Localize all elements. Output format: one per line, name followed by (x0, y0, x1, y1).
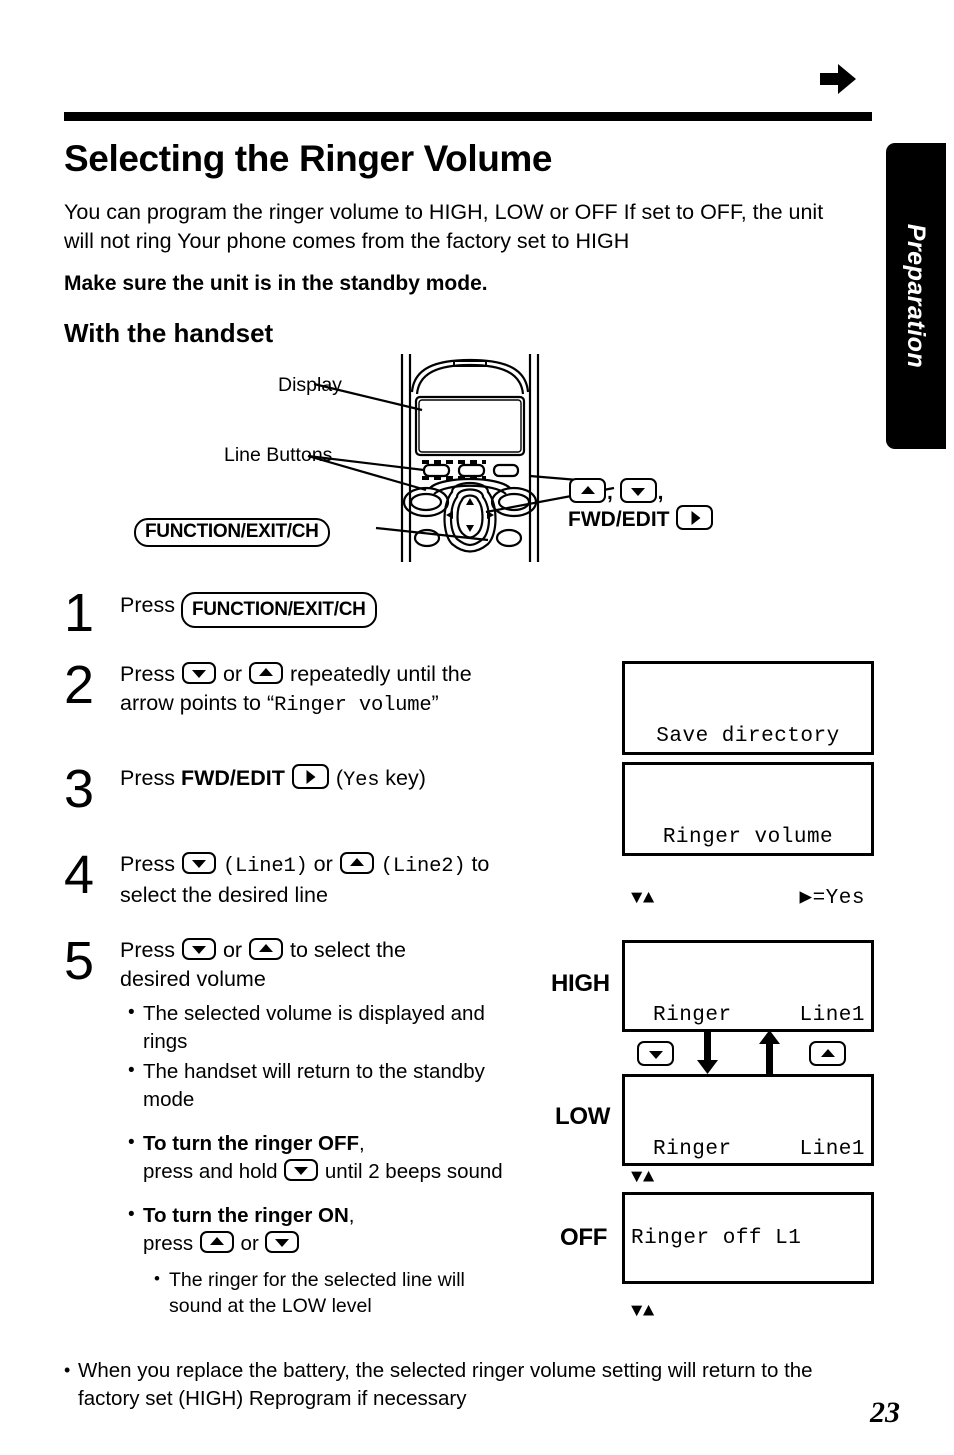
section-subheading: With the handset (64, 318, 274, 348)
step-4-text-line2: select the desired line (120, 883, 328, 907)
down-arrow-key-icon[interactable] (637, 1041, 674, 1066)
ringer-on-title: To turn the ringer ON (143, 1204, 349, 1227)
step-3-number: 3 (64, 759, 95, 819)
display-label: Display (278, 374, 342, 396)
manual-page: Preparation Selecting the Ringer Volume … (0, 0, 954, 1455)
fwd-edit-label: FWD/EDIT (568, 508, 670, 531)
step-5-body: Press or to select the desired volume (120, 936, 520, 994)
step-4-text-a: Press (120, 852, 175, 876)
footnote: When you replace the battery, the select… (64, 1356, 864, 1413)
step-3-body: Press FWD/EDIT (Yes key) (120, 764, 426, 795)
handset-diagram: Display Line Buttons FUNCTION/EXIT/CH , … (134, 352, 770, 567)
step-5-text-a: Press (120, 938, 175, 962)
lcd-low-line3: ▼▲ (631, 1298, 865, 1325)
step-2-text-b: or (222, 662, 243, 686)
footnote-text: When you replace the battery, the select… (64, 1356, 864, 1413)
header-rule (64, 112, 872, 121)
lcd-menu-line1: Save directory (656, 725, 840, 748)
ringer-off-instruction: To turn the ringer OFF, press and hold u… (128, 1129, 523, 1186)
down-arrow-key-icon[interactable] (181, 662, 216, 684)
step-2-body: Press or repeatedly until the arrow poin… (120, 660, 540, 720)
ringer-off-text-a: press and hold (143, 1160, 278, 1183)
lcd-off-screen: Ringer off L1 (622, 1192, 874, 1284)
step-4-text-c: or (313, 852, 333, 876)
right-arrow-key-icon[interactable] (676, 505, 714, 530)
up-arrow-key-icon[interactable] (339, 852, 374, 874)
ringer-on-instruction: To turn the ringer ON, press or (128, 1201, 523, 1258)
ringer-on-text-b: or (240, 1232, 259, 1255)
up-arrow-key-icon[interactable] (809, 1041, 846, 1066)
step-1-keycap[interactable]: FUNCTION/EXIT/CH (180, 592, 377, 628)
right-arrow-key-icon[interactable] (291, 764, 329, 789)
ringer-on-text-a: press (143, 1232, 194, 1255)
step-4-line2: (Line2) (380, 855, 466, 878)
step-2-number: 2 (64, 655, 95, 715)
down-arrow-key-icon[interactable] (284, 1159, 319, 1181)
step-3-text-a: Press (120, 766, 175, 790)
step-3-fwd-edit-label: FWD/EDIT (180, 766, 285, 790)
step-5-bullets: The selected volume is displayed and rin… (128, 999, 523, 1319)
step-5-number: 5 (64, 931, 95, 991)
step-3-yes: Yes (343, 769, 380, 792)
down-arrow-key-icon[interactable] (619, 478, 657, 503)
step-3-text-e: key) (379, 766, 426, 790)
list-item: The handset will return to the standby m… (128, 1057, 523, 1114)
list-item: The ringer for the selected line will so… (154, 1266, 523, 1319)
step-2-text-a: Press (120, 662, 175, 686)
lcd-menu-screen: Save directory ▶Ringer volume ▼▲▶=Yes (622, 661, 874, 910)
volume-flow-arrows (620, 1030, 880, 1074)
standby-note: Make sure the unit is in the standby mod… (64, 272, 488, 295)
low-caption: LOW (555, 1103, 611, 1130)
lcd-low-line1: Ringer Line1 (653, 1138, 865, 1161)
step-5-text-c: to select the (290, 938, 406, 962)
up-arrow-key-icon[interactable] (249, 662, 284, 684)
right-arrow-icon (820, 64, 856, 94)
up-arrow-key-icon[interactable] (569, 478, 606, 503)
comma-separator: , (657, 481, 664, 504)
down-arrow-key-icon[interactable] (181, 852, 216, 874)
list-item: The selected volume is displayed and rin… (128, 999, 523, 1056)
page-title: Selecting the Ringer Volume (64, 138, 553, 179)
off-caption: OFF (560, 1224, 608, 1251)
lcd-low-screen: RingerLine1 Low██High ▼▲ (622, 1074, 874, 1322)
section-thumb-tab: Preparation (886, 143, 946, 449)
function-exit-ch-keycap[interactable]: FUNCTION/EXIT/CH (134, 518, 330, 547)
lcd-line-select-screen: Ringer volume ▼=Line1▲=Line2 (622, 762, 874, 1011)
step-2-text-d: arrow points to “ (120, 691, 275, 715)
step-3-text-c: ( (335, 766, 343, 790)
step-4-line1: (Line1) (222, 855, 308, 878)
up-arrow-key-icon[interactable] (199, 1231, 234, 1253)
fwd-edit-callout: , , FWD/EDIT (568, 478, 714, 532)
lcd-high-line1: Ringer Line1 (653, 1004, 865, 1027)
step-1-text: Press (120, 593, 175, 617)
updown-indicator-icon: ▼▲ (631, 1300, 655, 1322)
down-arrow-key-icon[interactable] (265, 1231, 300, 1253)
updown-separator: , (607, 481, 619, 504)
page-number: 23 (870, 1396, 900, 1429)
up-arrow-key-icon[interactable] (249, 938, 284, 960)
lcd-line-select-blank (631, 905, 865, 932)
step-5-text-line2: desired volume (120, 967, 266, 991)
step-4-text-e: to (471, 852, 490, 876)
intro-paragraph: You can program the ringer volume to HIG… (64, 200, 824, 253)
high-caption: HIGH (551, 970, 610, 997)
ringer-off-title: To turn the ringer OFF (143, 1132, 359, 1155)
step-4-number: 4 (64, 845, 95, 905)
step-2-text-c: repeatedly until the (290, 662, 472, 686)
lcd-line-select-line1: Ringer volume (662, 826, 834, 849)
step-4-body: Press (Line1) or (Line2) to select the d… (120, 850, 550, 910)
step-2-menu-item: Ringer volume (274, 694, 432, 717)
section-thumb-tab-label: Preparation (902, 223, 931, 369)
down-arrow-key-icon[interactable] (181, 938, 216, 960)
step-2-text-e: ” (431, 691, 439, 715)
line-buttons-label: Line Buttons (224, 444, 333, 466)
lcd-off-line1: Ringer off L1 (631, 1227, 802, 1250)
step-1-body: Press FUNCTION/EXIT/CH (120, 589, 377, 628)
step-5-text-b: or (222, 938, 243, 962)
lcd-high-screen: RingerLine1 Low██████High ▼▲ (622, 940, 874, 1188)
step-1-number: 1 (64, 583, 95, 643)
ringer-off-text-b: until 2 beeps sound (324, 1160, 503, 1183)
